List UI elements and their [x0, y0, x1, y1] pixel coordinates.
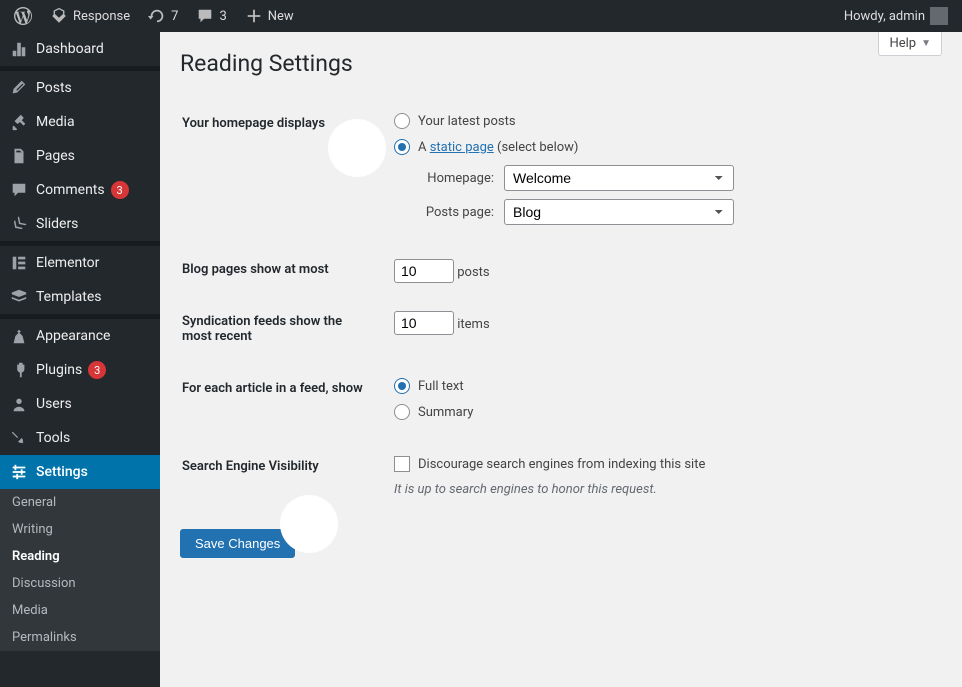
sidebar-item-media[interactable]: Media: [0, 105, 160, 139]
syndication-suffix: items: [457, 317, 489, 332]
updates-link[interactable]: 7: [142, 7, 184, 25]
admin-sidebar: Dashboard Posts Media Pages Comments3 Sl…: [0, 32, 160, 687]
new-label: New: [268, 9, 294, 24]
sidebar-item-comments[interactable]: Comments3: [0, 173, 160, 207]
submenu-permalinks[interactable]: Permalinks: [0, 624, 160, 651]
static-page-radio[interactable]: [394, 139, 410, 155]
admin-topbar: Response 7 3 New Howdy, admin: [0, 0, 962, 32]
sidebar-item-posts[interactable]: Posts: [0, 71, 160, 105]
submenu-general[interactable]: General: [0, 489, 160, 516]
static-page-link[interactable]: static page: [430, 140, 494, 155]
user-greeting[interactable]: Howdy, admin: [838, 7, 954, 25]
comments-link[interactable]: 3: [190, 7, 232, 25]
avatar: [930, 7, 948, 25]
search-visibility-description: It is up to search engines to honor this…: [394, 482, 930, 497]
latest-posts-label: Your latest posts: [418, 114, 516, 129]
homepage-select-label: Homepage:: [414, 171, 494, 186]
help-tab[interactable]: Help ▼: [878, 32, 942, 56]
updates-count: 7: [171, 9, 178, 24]
search-visibility-label: Search Engine Visibility: [182, 444, 382, 509]
syndication-label: Syndication feeds show the most recent: [182, 299, 382, 364]
posts-page-select-label: Posts page:: [414, 205, 494, 220]
blog-pages-input[interactable]: [394, 259, 454, 283]
summary-label: Summary: [418, 405, 473, 420]
sidebar-item-users[interactable]: Users: [0, 387, 160, 421]
save-button[interactable]: Save Changes: [180, 529, 295, 558]
sidebar-item-appearance[interactable]: Appearance: [0, 319, 160, 353]
topbar-comments-count: 3: [219, 9, 226, 24]
submenu-discussion[interactable]: Discussion: [0, 570, 160, 597]
homepage-displays-label: Your homepage displays: [182, 101, 382, 245]
comments-badge: 3: [111, 181, 129, 199]
feed-article-label: For each article in a feed, show: [182, 366, 382, 442]
new-content-link[interactable]: New: [239, 7, 300, 25]
submenu-media[interactable]: Media: [0, 597, 160, 624]
sidebar-item-pages[interactable]: Pages: [0, 139, 160, 173]
settings-submenu: General Writing Reading Discussion Media…: [0, 489, 160, 651]
wp-logo[interactable]: [8, 7, 38, 25]
sidebar-item-elementor[interactable]: Elementor: [0, 246, 160, 280]
blog-pages-suffix: posts: [457, 265, 489, 280]
sidebar-item-sliders[interactable]: Sliders: [0, 207, 160, 241]
search-visibility-checkbox[interactable]: [394, 456, 410, 472]
blog-pages-label: Blog pages show at most: [182, 247, 382, 297]
submenu-writing[interactable]: Writing: [0, 516, 160, 543]
site-name: Response: [73, 9, 130, 24]
posts-page-select[interactable]: Blog: [504, 199, 734, 225]
plugins-badge: 3: [88, 361, 106, 379]
search-visibility-checkbox-label: Discourage search engines from indexing …: [418, 457, 705, 472]
homepage-select[interactable]: Welcome: [504, 165, 734, 191]
static-page-label: A static page (select below): [418, 140, 578, 155]
latest-posts-radio[interactable]: [394, 113, 410, 129]
syndication-input[interactable]: [394, 311, 454, 335]
full-text-radio[interactable]: [394, 378, 410, 394]
page-title: Reading Settings: [180, 50, 942, 77]
site-name-link[interactable]: Response: [44, 7, 136, 25]
main-content: Help ▼ Reading Settings Your homepage di…: [160, 32, 962, 687]
sidebar-item-dashboard[interactable]: Dashboard: [0, 32, 160, 66]
full-text-label: Full text: [418, 379, 464, 394]
summary-radio[interactable]: [394, 404, 410, 420]
submenu-reading[interactable]: Reading: [0, 543, 160, 570]
sidebar-item-tools[interactable]: Tools: [0, 421, 160, 455]
sidebar-item-settings[interactable]: Settings: [0, 455, 160, 489]
chevron-down-icon: ▼: [921, 38, 931, 49]
sidebar-item-templates[interactable]: Templates: [0, 280, 160, 314]
sidebar-item-plugins[interactable]: Plugins3: [0, 353, 160, 387]
